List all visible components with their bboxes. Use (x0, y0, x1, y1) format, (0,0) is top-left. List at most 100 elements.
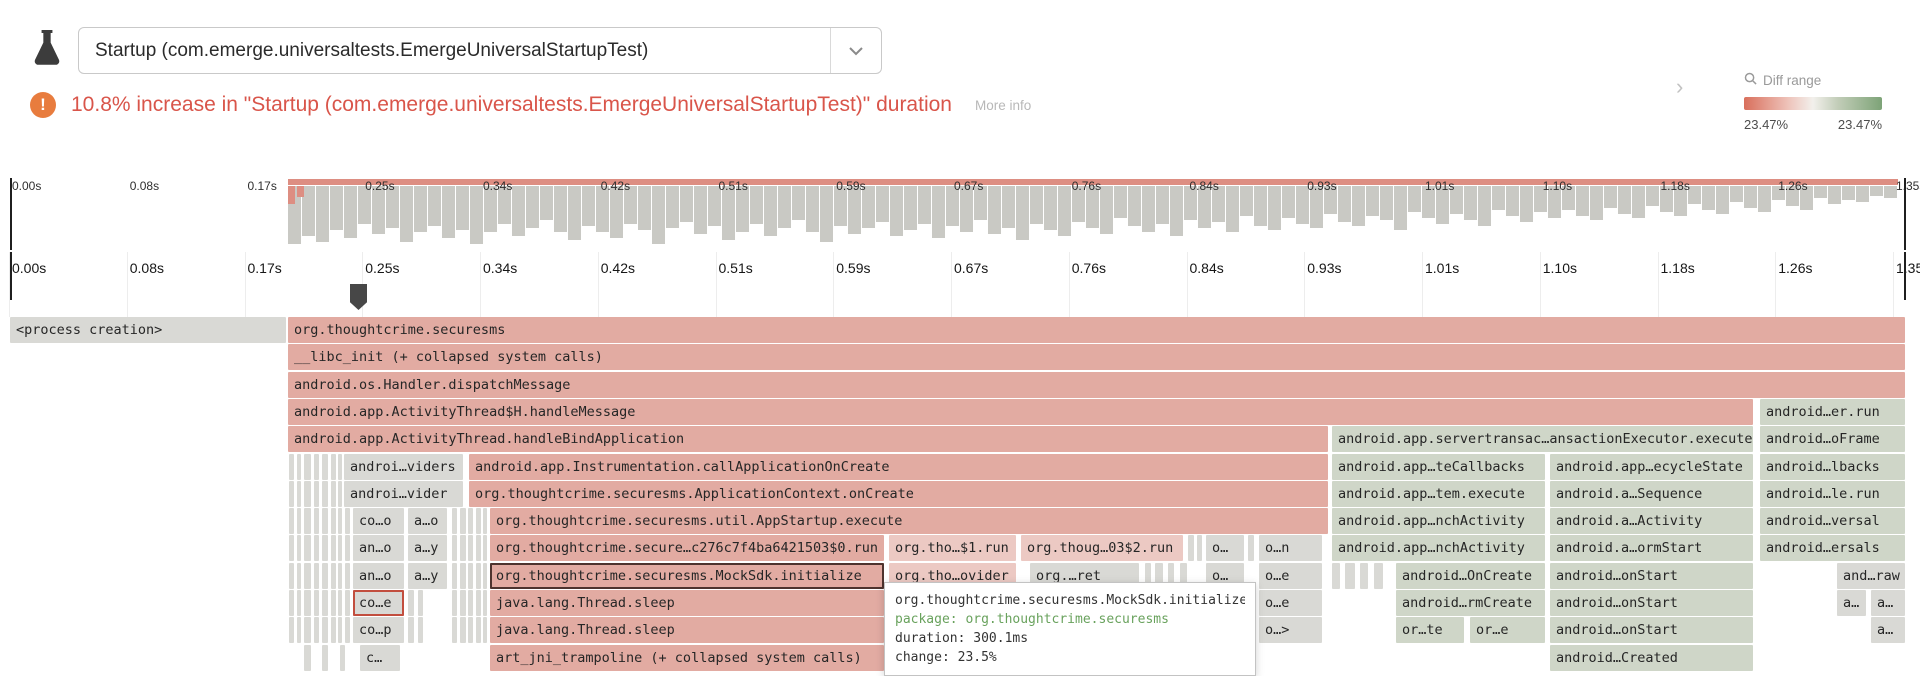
flame-bar[interactable]: java.lang.Thread.sleep (490, 590, 884, 616)
flame-bar[interactable] (460, 563, 466, 589)
trace-minimap[interactable]: 0.00s0.08s0.17s0.25s0.34s0.42s0.51s0.59s… (0, 178, 1920, 252)
flame-bar[interactable] (468, 590, 473, 616)
flame-bar[interactable]: android.a…ormStart (1550, 535, 1753, 561)
flame-bar[interactable]: an…o (353, 535, 404, 561)
flame-bar[interactable]: org.thoughtcrime.securesms (288, 317, 1905, 343)
flame-bar[interactable] (460, 535, 466, 561)
flame-bar[interactable] (322, 508, 328, 534)
flame-bar[interactable] (289, 454, 294, 480)
flame-bar[interactable] (452, 535, 457, 561)
flame-bar[interactable] (331, 563, 336, 589)
flame-bar[interactable] (289, 563, 294, 589)
flame-bar[interactable] (297, 481, 301, 507)
flame-bar[interactable] (331, 508, 336, 534)
flame-bar[interactable] (1188, 535, 1194, 561)
flame-bar[interactable]: android.app…ecycleState (1550, 454, 1753, 480)
flame-bar[interactable] (314, 617, 319, 643)
flame-bar[interactable] (289, 535, 294, 561)
flame-bar[interactable]: a… (1871, 617, 1905, 643)
flame-bar[interactable]: and…raw (1837, 563, 1905, 589)
flame-bar[interactable] (345, 617, 350, 643)
flame-bar[interactable] (468, 563, 473, 589)
flame-bar[interactable]: android.app…teCallbacks (1332, 454, 1545, 480)
flame-bar[interactable] (468, 508, 473, 534)
flame-bar[interactable] (322, 590, 328, 616)
chevron-down-icon[interactable] (831, 28, 881, 73)
flame-bar[interactable] (1248, 535, 1254, 561)
flame-bar[interactable]: android…rmCreate (1396, 590, 1545, 616)
flame-bar[interactable] (483, 535, 487, 561)
flame-bar[interactable] (304, 645, 311, 671)
flame-bar[interactable]: android.app.servertransac…ansactionExecu… (1332, 426, 1753, 452)
flame-bar[interactable] (331, 535, 336, 561)
flame-bar[interactable] (322, 617, 328, 643)
flame-bar[interactable] (322, 645, 328, 671)
flame-bar[interactable]: android…le.run (1760, 481, 1905, 507)
flame-bar[interactable]: android.a…Sequence (1550, 481, 1753, 507)
flame-bar[interactable] (345, 563, 350, 589)
flame-bar[interactable] (289, 617, 294, 643)
flame-bar[interactable] (452, 563, 457, 589)
flame-bar[interactable]: a…y (408, 563, 447, 589)
flame-bar[interactable] (297, 508, 301, 534)
flame-bar[interactable] (476, 563, 481, 589)
test-selector-dropdown[interactable]: Startup (com.emerge.universaltests.Emerg… (78, 27, 882, 74)
flame-bar[interactable]: org.thoughtcrime.secure…c276c7f4ba642150… (490, 535, 884, 561)
flame-bar[interactable]: org.thoughtcrime.securesms.MockSdk.initi… (490, 563, 884, 589)
flame-bar[interactable]: android…onStart (1550, 563, 1753, 589)
flame-bar[interactable] (314, 563, 319, 589)
flame-bar[interactable] (338, 563, 342, 589)
flame-bar[interactable]: a…o (408, 508, 447, 534)
flame-bar[interactable] (314, 454, 319, 480)
flame-bar[interactable] (297, 590, 301, 616)
flame-bar[interactable]: org.thoughtcrime.securesms.util.AppStart… (490, 508, 1328, 534)
flame-bar[interactable] (314, 508, 319, 534)
flame-bar[interactable] (331, 590, 336, 616)
flame-bar[interactable] (322, 481, 328, 507)
flame-bar[interactable] (322, 535, 328, 561)
flame-bar[interactable] (408, 590, 414, 616)
flame-bar[interactable] (483, 617, 487, 643)
flame-bar[interactable]: co…p (353, 617, 404, 643)
flame-bar[interactable] (304, 617, 311, 643)
flame-bar[interactable] (1197, 535, 1202, 561)
flame-bar[interactable]: a… (1871, 590, 1905, 616)
flame-bar[interactable] (338, 535, 342, 561)
flame-bar[interactable] (452, 617, 457, 643)
flame-bar[interactable] (483, 563, 487, 589)
flame-bar[interactable]: android.app…nchActivity (1332, 508, 1545, 534)
flame-bar[interactable] (314, 590, 319, 616)
flame-bar[interactable]: o…n (1259, 535, 1322, 561)
flame-bar[interactable]: an…o (353, 563, 404, 589)
flame-bar[interactable]: android…lbacks (1760, 454, 1905, 480)
flame-bar[interactable] (331, 454, 336, 480)
flame-bar[interactable]: android…OnCreate (1396, 563, 1545, 589)
flame-bar[interactable] (345, 508, 350, 534)
flame-bar[interactable]: o…e (1259, 563, 1322, 589)
flame-bar[interactable] (289, 590, 294, 616)
flame-bar[interactable]: android.os.Handler.dispatchMessage (288, 372, 1905, 398)
flame-bar[interactable] (460, 508, 466, 534)
flame-bar[interactable] (314, 535, 319, 561)
flame-bar[interactable] (1332, 563, 1340, 589)
flame-bar[interactable] (297, 617, 301, 643)
chevron-right-icon[interactable]: › (1676, 74, 1683, 100)
flame-bar[interactable] (1360, 563, 1368, 589)
flame-bar[interactable] (418, 617, 423, 643)
flame-bar[interactable] (468, 535, 473, 561)
flame-bar[interactable]: android…onStart (1550, 617, 1753, 643)
flame-bar[interactable]: a…y (408, 535, 447, 561)
flame-bar[interactable]: android…versal (1760, 508, 1905, 534)
more-info-link[interactable]: More info (975, 98, 1031, 113)
flame-bar[interactable]: org.thoughtcrime.securesms.ApplicationCo… (469, 481, 1328, 507)
flame-bar[interactable] (460, 590, 466, 616)
flame-bar[interactable] (289, 481, 294, 507)
flame-bar[interactable] (338, 508, 342, 534)
flame-bar[interactable]: android…onStart (1550, 590, 1753, 616)
flame-bar[interactable]: o… (1206, 535, 1244, 561)
flame-bar[interactable] (345, 590, 350, 616)
minimap-left-handle[interactable] (10, 178, 12, 250)
flame-bar[interactable] (476, 617, 481, 643)
flame-bar[interactable]: o…> (1259, 617, 1322, 643)
diff-range-gradient-bar[interactable] (1744, 97, 1882, 110)
